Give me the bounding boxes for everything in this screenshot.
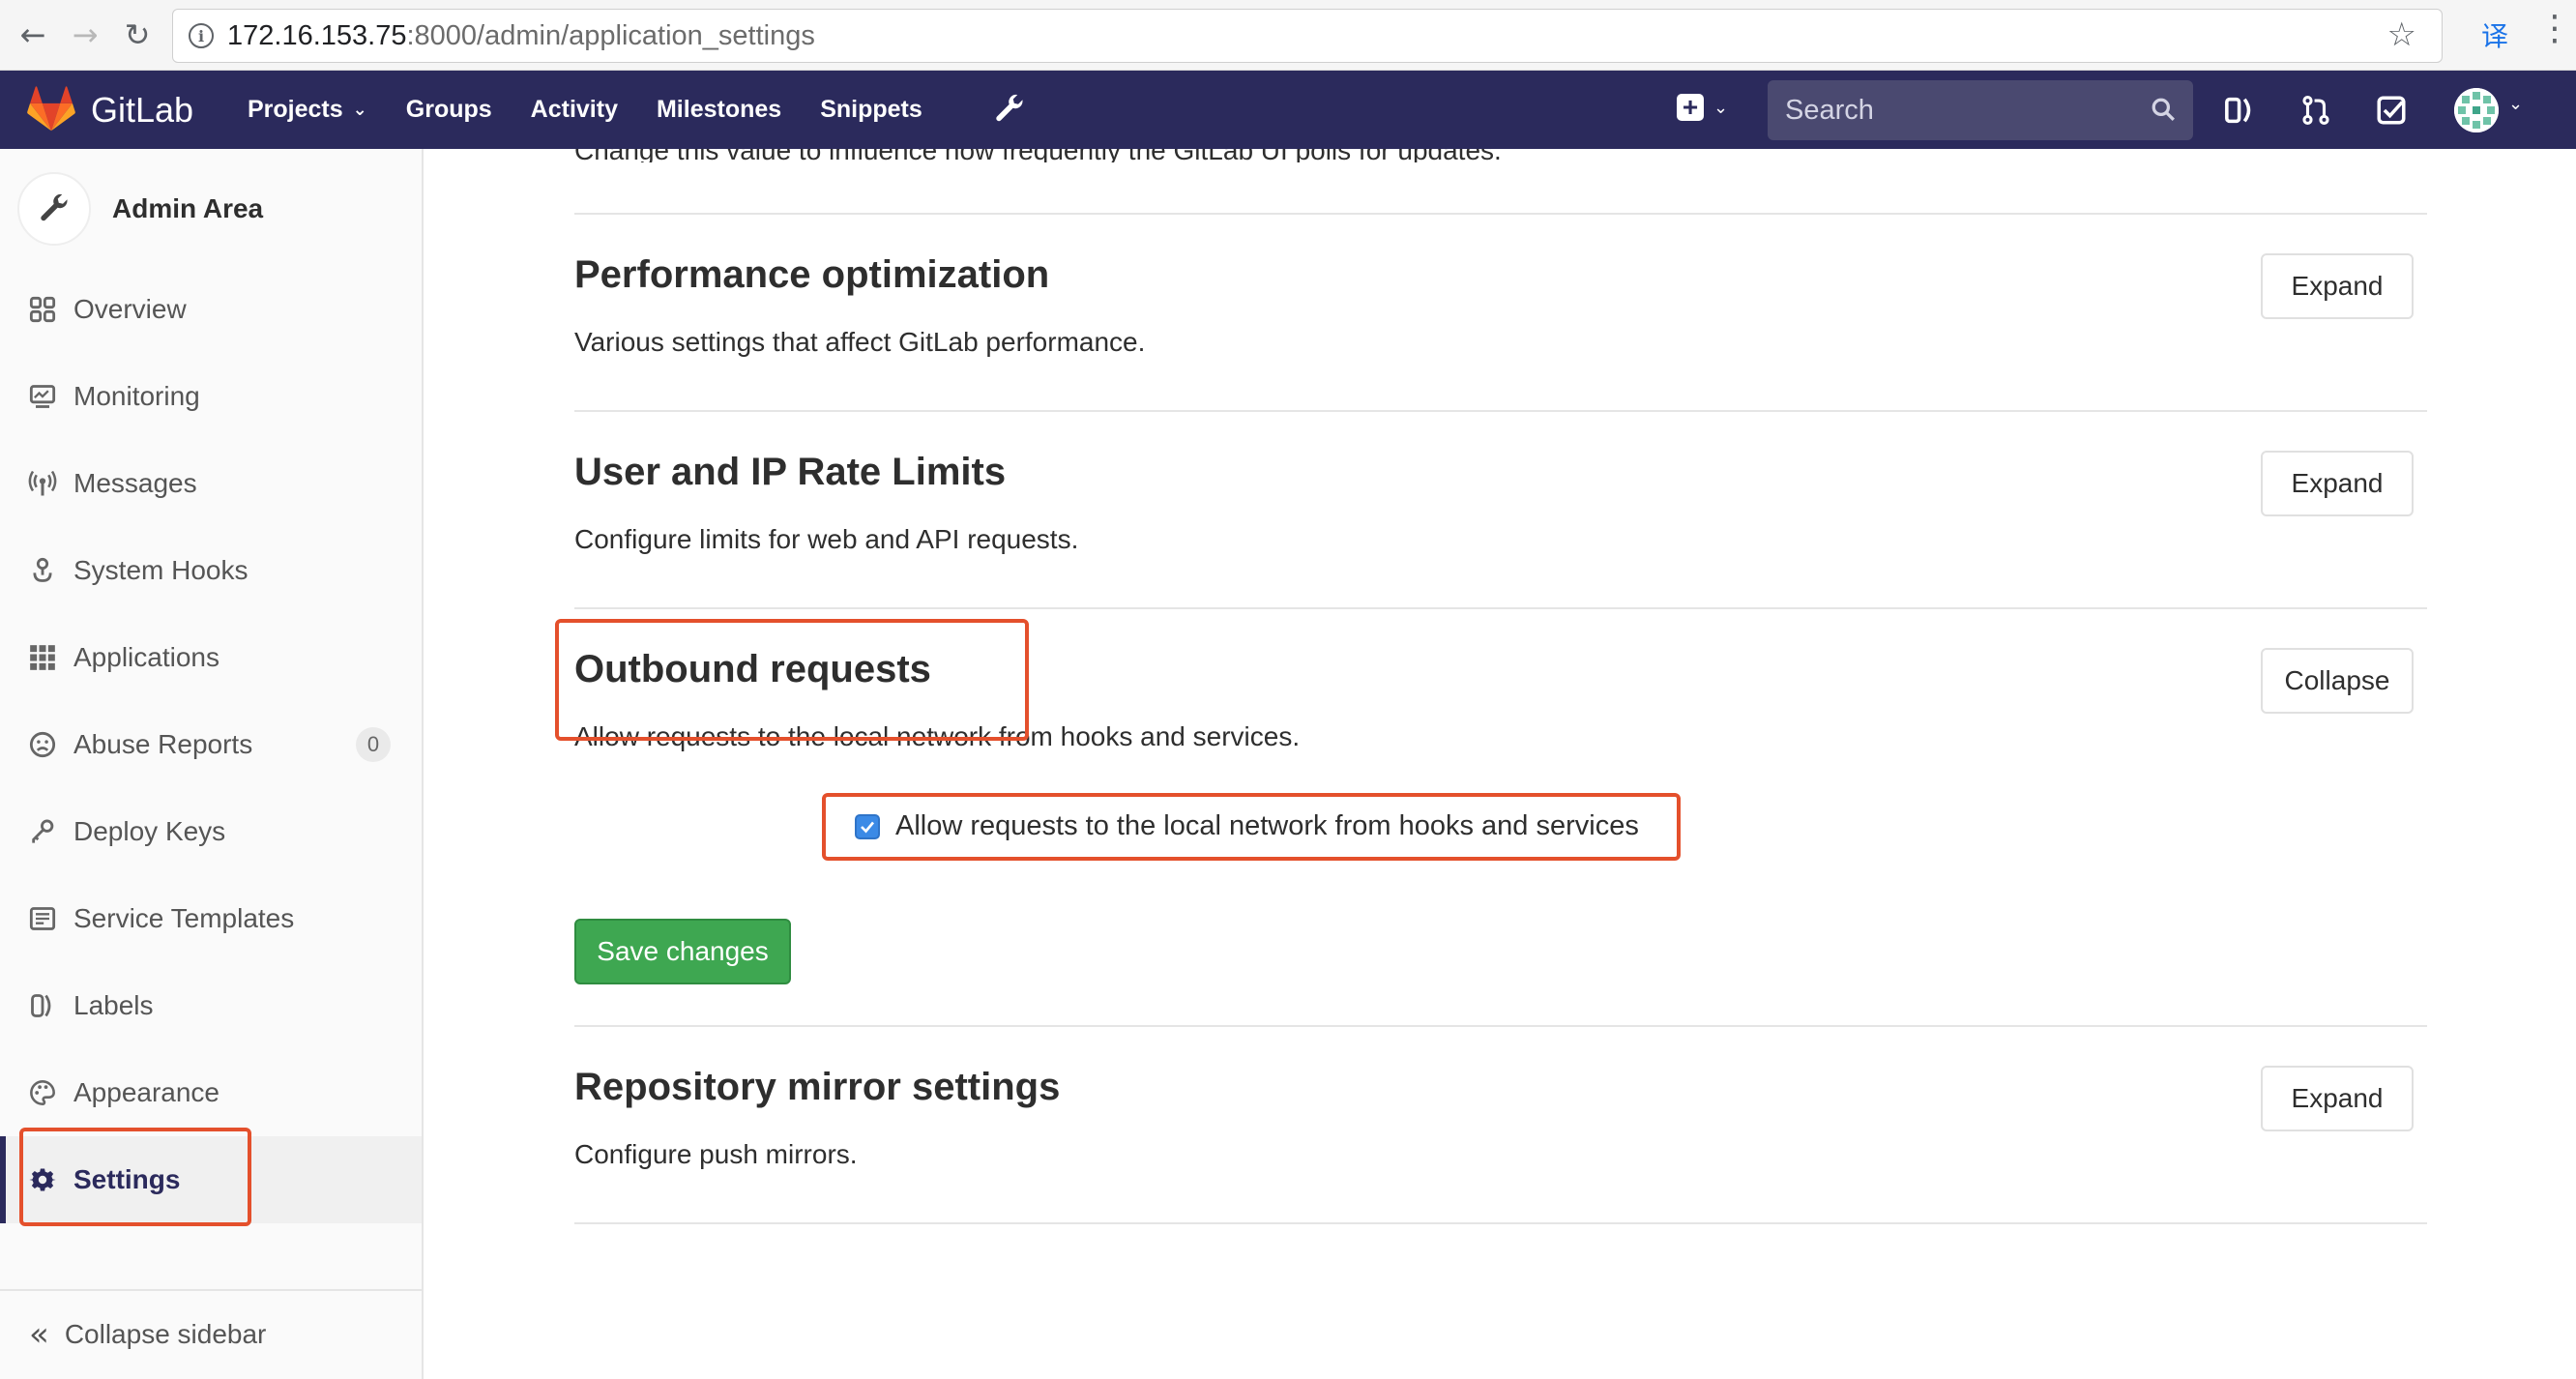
monitor-icon	[27, 381, 58, 412]
sidebar-item-appearance[interactable]: Appearance	[0, 1049, 422, 1136]
info-icon[interactable]: i	[189, 23, 214, 48]
search-box[interactable]	[1768, 80, 2193, 140]
grid-icon	[27, 294, 58, 325]
sidebar-item-abuse-reports[interactable]: Abuse Reports 0	[0, 701, 422, 788]
sidebar-item-service-templates[interactable]: Service Templates	[0, 875, 422, 962]
sidebar-divider	[0, 1289, 422, 1291]
search-input[interactable]	[1785, 94, 2133, 127]
key-icon	[27, 816, 58, 847]
annotation-box-settings	[19, 1128, 251, 1226]
bookmark-star-icon[interactable]: ☆	[2387, 15, 2416, 54]
sidebar-item-label: Overview	[73, 294, 187, 324]
chevron-down-icon: ⌄	[1713, 97, 1729, 118]
nav-snippets[interactable]: Snippets	[820, 96, 922, 124]
template-icon	[27, 903, 58, 934]
active-indicator	[0, 1136, 6, 1223]
url-host: 172.16.153.75	[227, 19, 407, 51]
user-avatar-icon	[2454, 88, 2499, 132]
chevron-down-icon: ⌄	[352, 100, 367, 120]
new-item-dropdown[interactable]: + ⌄	[1677, 94, 1728, 121]
todo-icon[interactable]	[2375, 94, 2408, 127]
nav-projects-label: Projects	[248, 96, 343, 123]
section-desc-mirror: Configure push mirrors.	[574, 1139, 858, 1169]
apps-grid-icon	[27, 642, 58, 673]
section-title-mirror: Repository mirror settings	[574, 1066, 1061, 1108]
labels-icon	[27, 990, 58, 1021]
settings-main: Change this value to influence how frequ…	[425, 149, 2576, 1379]
nav-activity[interactable]: Activity	[531, 96, 618, 124]
sidebar-item-labels[interactable]: Labels	[0, 962, 422, 1049]
expand-mirror-button[interactable]: Expand	[2261, 1066, 2414, 1131]
annotation-box-checkbox	[822, 793, 1681, 861]
sidebar-item-label: Service Templates	[73, 903, 295, 933]
gitlab-brand[interactable]: GitLab	[91, 90, 193, 131]
sidebar-item-deploy-keys[interactable]: Deploy Keys	[0, 788, 422, 875]
wrench-icon	[41, 193, 68, 221]
double-chevron-left-icon: «	[29, 1315, 49, 1354]
sidebar-item-label: Messages	[73, 468, 197, 498]
sidebar-item-label: Monitoring	[73, 381, 200, 411]
sidebar-item-label: Deploy Keys	[73, 816, 226, 846]
search-icon[interactable]	[2151, 97, 2176, 122]
sidebar-item-label: Labels	[73, 990, 154, 1020]
sidebar-item-messages[interactable]: Messages	[0, 440, 422, 527]
reload-icon[interactable]: ↻	[116, 14, 159, 56]
sidebar-item-applications[interactable]: Applications	[0, 614, 422, 701]
translate-icon[interactable]: 译	[2481, 15, 2508, 54]
sidebar-item-monitoring[interactable]: Monitoring	[0, 353, 422, 440]
annotation-box-outbound-title	[555, 619, 1029, 741]
issues-icon[interactable]	[2224, 94, 2257, 127]
collapse-sidebar-button[interactable]: « Collapse sidebar	[29, 1315, 266, 1354]
sidebar-item-label: System Hooks	[73, 555, 249, 585]
url-path: :8000/admin/application_settings	[406, 19, 815, 51]
abuse-reports-count-badge: 0	[356, 727, 391, 762]
section-desc-rate-limits: Configure limits for web and API request…	[574, 524, 1079, 554]
sidebar-item-overview[interactable]: Overview	[0, 266, 422, 353]
section-divider	[574, 1222, 2427, 1224]
merge-request-icon[interactable]	[2299, 94, 2332, 127]
gitlab-header: GitLab Projects ⌄ Groups Activity Milest…	[0, 71, 2576, 149]
section-divider	[574, 410, 2427, 412]
section-title-rate-limits: User and IP Rate Limits	[574, 451, 1007, 493]
nav-milestones[interactable]: Milestones	[657, 96, 781, 124]
forward-icon[interactable]: →	[64, 14, 106, 56]
collapse-sidebar-label: Collapse sidebar	[64, 1319, 267, 1349]
avatar[interactable]	[2454, 88, 2499, 132]
broadcast-icon	[27, 468, 58, 499]
frown-icon	[27, 729, 58, 760]
browser-menu-icon[interactable]: ⋮	[2537, 12, 2572, 46]
section-desc-performance: Various settings that affect GitLab perf…	[574, 327, 1146, 357]
admin-wrench-icon[interactable]	[992, 92, 1027, 127]
address-bar[interactable]: i 172.16.153.75:8000/admin/application_s…	[172, 9, 2443, 63]
chevron-down-icon[interactable]: ⌄	[2508, 94, 2523, 114]
browser-toolbar: ← → ↻ i 172.16.153.75:8000/admin/applica…	[0, 0, 2576, 71]
save-changes-button[interactable]: Save changes	[574, 919, 791, 984]
gitlab-logo-icon[interactable]	[27, 86, 75, 132]
plus-icon: +	[1677, 94, 1704, 121]
section-title-performance: Performance optimization	[574, 253, 1050, 296]
sidebar-item-label: Abuse Reports	[73, 729, 253, 759]
expand-performance-button[interactable]: Expand	[2261, 253, 2414, 319]
hook-icon	[27, 555, 58, 586]
back-icon[interactable]: ←	[12, 14, 54, 56]
top-nav: Projects ⌄ Groups Activity Milestones Sn…	[248, 71, 961, 149]
sidebar-item-label: Appearance	[73, 1077, 220, 1107]
section-divider	[574, 213, 2427, 215]
sidebar-header[interactable]: Admin Area	[17, 172, 263, 246]
section-divider	[574, 607, 2427, 609]
nav-projects[interactable]: Projects ⌄	[248, 96, 367, 124]
admin-avatar	[17, 172, 91, 246]
collapse-outbound-button[interactable]: Collapse	[2261, 648, 2414, 714]
poll-interval-help-text: Change this value to influence how frequ…	[574, 149, 1502, 162]
section-divider	[574, 1025, 2427, 1027]
expand-rate-limits-button[interactable]: Expand	[2261, 451, 2414, 516]
palette-icon	[27, 1077, 58, 1108]
admin-area-title: Admin Area	[112, 193, 264, 223]
sidebar-item-label: Applications	[73, 642, 220, 672]
sidebar-item-system-hooks[interactable]: System Hooks	[0, 527, 422, 614]
cut-text-clip: Change this value to influence how frequ…	[425, 149, 2576, 162]
nav-groups[interactable]: Groups	[406, 96, 492, 124]
